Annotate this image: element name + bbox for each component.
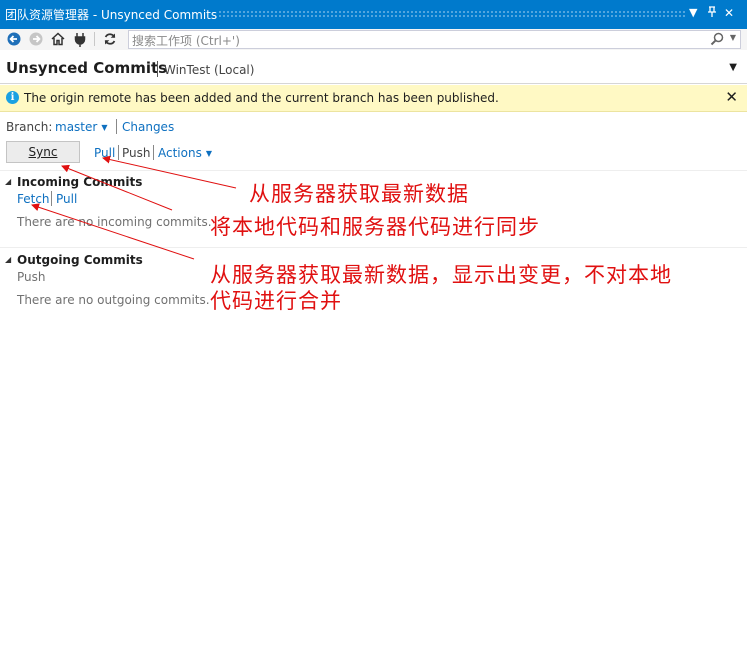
outgoing-push-link: Push bbox=[17, 270, 46, 284]
search-placeholder: 搜索工作项 (Ctrl+') bbox=[132, 34, 240, 48]
window-dropdown-icon[interactable]: ▼ bbox=[689, 6, 697, 19]
outgoing-commits-heading[interactable]: Outgoing Commits bbox=[17, 253, 143, 267]
dismiss-info-icon[interactable]: ✕ bbox=[725, 88, 738, 106]
chevron-down-icon: ▼ bbox=[101, 123, 108, 132]
fetch-link[interactable]: Fetch bbox=[17, 192, 50, 206]
pin-icon[interactable] bbox=[707, 6, 717, 21]
collapse-triangle-icon[interactable]: ◢ bbox=[5, 177, 11, 186]
action-separator bbox=[118, 145, 119, 160]
title-bar: 团队资源管理器 - Unsynced Commits ▼ ✕ bbox=[0, 0, 747, 29]
incoming-empty-message: There are no incoming commits. bbox=[17, 215, 212, 229]
arrow-to-fetch bbox=[31, 203, 195, 260]
repository-name: WinTest (Local) bbox=[164, 63, 255, 77]
toolbar-separator bbox=[94, 32, 95, 46]
page-header: Unsynced Commits WinTest (Local) ▼ bbox=[0, 50, 747, 84]
search-icon[interactable] bbox=[710, 32, 724, 49]
header-separator bbox=[157, 61, 158, 77]
section-divider bbox=[0, 170, 747, 171]
back-icon[interactable] bbox=[6, 31, 22, 47]
push-link[interactable]: Push bbox=[122, 146, 151, 160]
collapse-triangle-icon[interactable]: ◢ bbox=[5, 255, 11, 264]
title-grip bbox=[218, 10, 685, 18]
branch-label: Branch: bbox=[6, 120, 53, 134]
search-input[interactable]: 搜索工作项 (Ctrl+') ▼ bbox=[128, 30, 741, 49]
incoming-separator bbox=[51, 191, 52, 206]
incoming-pull-link[interactable]: Pull bbox=[56, 192, 77, 206]
refresh-icon[interactable] bbox=[102, 31, 118, 47]
chevron-down-icon: ▼ bbox=[205, 149, 212, 158]
info-message: The origin remote has been added and the… bbox=[24, 91, 499, 105]
sync-button[interactable]: Sync bbox=[6, 141, 80, 163]
annotation-pull: 从服务器获取最新数据 bbox=[249, 182, 469, 206]
navigation-toolbar: 搜索工作项 (Ctrl+') ▼ bbox=[0, 29, 747, 51]
branch-name: master bbox=[55, 120, 98, 134]
info-bar: i The origin remote has been added and t… bbox=[0, 85, 747, 112]
page-dropdown-icon[interactable]: ▼ bbox=[729, 62, 737, 73]
page-title: Unsynced Commits bbox=[6, 59, 168, 77]
section-divider bbox=[0, 247, 747, 248]
branch-dropdown[interactable]: master ▼ bbox=[55, 120, 107, 134]
incoming-commits-heading[interactable]: Incoming Commits bbox=[17, 175, 142, 189]
outgoing-empty-message: There are no outgoing commits. bbox=[17, 293, 210, 307]
window-title: 团队资源管理器 - Unsynced Commits bbox=[5, 8, 218, 22]
info-icon: i bbox=[6, 91, 19, 104]
connect-icon[interactable] bbox=[72, 31, 88, 47]
actions-dropdown[interactable]: Actions ▼ bbox=[158, 146, 212, 160]
annotation-fetch-line2: 代码进行合并 bbox=[210, 289, 342, 313]
actions-label: Actions bbox=[158, 146, 202, 160]
forward-icon[interactable] bbox=[28, 31, 44, 47]
pull-link[interactable]: Pull bbox=[94, 146, 115, 160]
search-options-dropdown-icon[interactable]: ▼ bbox=[730, 33, 736, 42]
changes-link[interactable]: Changes bbox=[122, 120, 174, 134]
home-icon[interactable] bbox=[50, 31, 66, 47]
branch-separator bbox=[116, 119, 117, 134]
close-icon[interactable]: ✕ bbox=[724, 6, 734, 20]
action-separator bbox=[153, 145, 154, 160]
annotation-sync: 将本地代码和服务器代码进行同步 bbox=[210, 215, 540, 239]
